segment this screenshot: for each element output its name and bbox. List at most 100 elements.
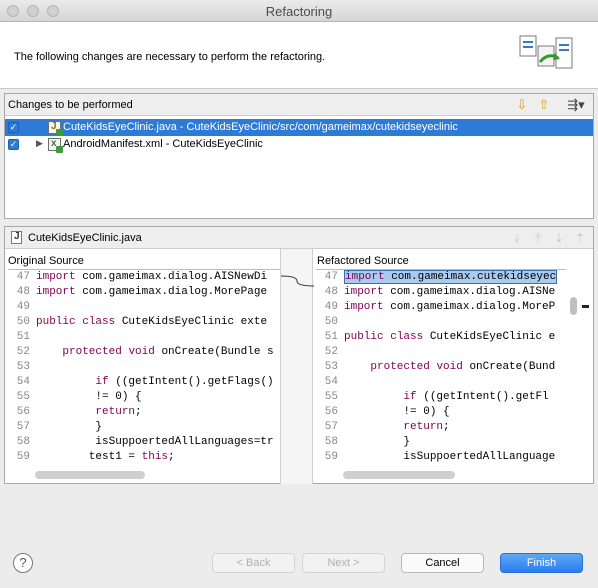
code-line: 54 — [316, 375, 566, 390]
refactored-vertical-scrollbar[interactable] — [570, 297, 577, 315]
change-checkbox[interactable]: ✓ — [8, 139, 19, 150]
line-number: 47 — [324, 271, 338, 283]
cancel-button[interactable]: Cancel — [401, 553, 484, 573]
line-number: 48 — [324, 286, 338, 298]
code-line: 49 import com.gameimax.dialog.MoreP — [316, 300, 566, 315]
original-source-pane[interactable]: 47 import com.gameimax.dialog.AISNewDi 48 i… — [8, 269, 280, 469]
change-item[interactable]: ✓ ▶ x AndroidManifest.xml - CuteKidsEyeC… — [5, 136, 593, 153]
line-number: 55 — [16, 391, 30, 403]
code-line: 47 import com.gameimax.cutekidseyec — [316, 270, 566, 285]
code-line: 56 != 0) { — [316, 405, 566, 420]
original-code: 47 import com.gameimax.dialog.AISNewDi 48 i… — [8, 270, 280, 465]
line-number: 50 — [16, 316, 30, 328]
line-number: 58 — [16, 436, 30, 448]
code-text: return; — [403, 421, 450, 433]
code-text: isSuppoertedAllLanguage — [344, 451, 556, 463]
code-line: 51 public class CuteKidsEyeClinic e — [316, 330, 566, 345]
xml-file-icon: x — [48, 138, 63, 153]
java-file-icon: J — [11, 231, 22, 244]
changes-panel: Changes to be performed ⇩ ⇧ ⇶▾ ✓ J CuteK… — [4, 93, 594, 219]
change-checkbox[interactable]: ✓ — [8, 122, 19, 133]
code-line: 56 return; — [8, 405, 280, 420]
code-line: 55 if ((getIntent().getFl — [316, 390, 566, 405]
java-file-icon: J — [48, 121, 63, 136]
code-text: protected void onCreate(Bund — [370, 361, 556, 373]
code-text: import com.gameimax.cutekidseyec — [344, 270, 558, 284]
change-item[interactable]: ✓ J CuteKidsEyeClinic.java - CuteKidsEye… — [5, 119, 593, 136]
refactored-horizontal-scrollbar[interactable] — [343, 471, 455, 479]
code-line: 49 — [8, 300, 280, 315]
line-number: 53 — [324, 361, 338, 373]
original-horizontal-scrollbar[interactable] — [35, 471, 145, 479]
code-text: return; — [95, 406, 142, 418]
line-number: 56 — [324, 406, 338, 418]
code-text: if ((getIntent().getFlags() — [95, 376, 274, 388]
code-line: 50 — [316, 315, 566, 330]
code-line: 53 protected void onCreate(Bund — [316, 360, 566, 375]
next-difference-icon[interactable]: ⤓ — [510, 231, 524, 245]
arrow-down-icon[interactable]: ⇩ — [514, 97, 530, 113]
code-line: 58 isSuppoertedAllLanguages=tr — [8, 435, 280, 450]
code-line: 48 import com.gameimax.dialog.AISNe — [316, 285, 566, 300]
code-line: 55 != 0) { — [8, 390, 280, 405]
refactored-source-pane[interactable]: 47 import com.gameimax.cutekidseyec 48 impo… — [316, 269, 566, 469]
line-number: 58 — [324, 436, 338, 448]
line-number: 49 — [324, 301, 338, 313]
code-line: 53 — [8, 360, 280, 375]
line-number: 59 — [324, 451, 338, 463]
code-text: protected void onCreate(Bundle s — [62, 346, 274, 358]
arrow-up-icon[interactable]: ⇧ — [536, 97, 552, 113]
compare-filename: CuteKidsEyeClinic.java — [28, 232, 142, 244]
code-text: } — [344, 436, 411, 448]
header-message: The following changes are necessary to p… — [14, 51, 326, 63]
window-titlebar: Refactoring — [0, 0, 598, 22]
compare-header: J CuteKidsEyeClinic.java ⤓ ⤒ ⇣ ⇡ — [5, 227, 593, 249]
code-text: import com.gameimax.dialog.AISNe — [344, 286, 556, 298]
previous-change-icon[interactable]: ⇡ — [573, 231, 587, 245]
code-text: } — [36, 421, 103, 433]
line-number: 53 — [16, 361, 30, 373]
next-button[interactable]: Next > — [302, 553, 385, 573]
previous-difference-icon[interactable]: ⤒ — [531, 231, 545, 245]
code-text: isSuppoertedAllLanguages=tr — [36, 436, 274, 448]
code-text: if ((getIntent().getFl — [403, 391, 549, 403]
code-line: 48 import com.gameimax.dialog.MorePage — [8, 285, 280, 300]
change-item-label: CuteKidsEyeClinic.java - CuteKidsEyeClin… — [63, 121, 458, 133]
code-line: 51 — [8, 330, 280, 345]
line-number: 54 — [16, 376, 30, 388]
wizard-header: The following changes are necessary to p… — [0, 22, 598, 89]
code-line: 54 if ((getIntent().getFlags() — [8, 375, 280, 390]
line-number: 57 — [16, 421, 30, 433]
overview-ruler-marker — [582, 305, 589, 308]
code-text: import com.gameimax.dialog.MorePage — [36, 286, 268, 298]
code-line: 57 return; — [316, 420, 566, 435]
line-number: 51 — [16, 331, 30, 343]
window-title: Refactoring — [265, 4, 333, 19]
line-number: 55 — [324, 391, 338, 403]
code-text: test1 = this; — [36, 451, 175, 463]
help-button[interactable]: ? — [13, 553, 33, 573]
line-number: 57 — [324, 421, 338, 433]
original-source-title: Original Source — [8, 255, 84, 267]
code-line: 50 public class CuteKidsEyeClinic exte — [8, 315, 280, 330]
code-line: 47 import com.gameimax.dialog.AISNewDi — [8, 270, 280, 285]
refactored-source-title: Refactored Source — [317, 255, 409, 267]
expand-triangle-icon[interactable]: ▶ — [36, 138, 43, 149]
line-number: 52 — [324, 346, 338, 358]
code-line: 52 protected void onCreate(Bundle s — [8, 345, 280, 360]
changes-heading: Changes to be performed — [8, 99, 133, 111]
change-item-label: AndroidManifest.xml - CuteKidsEyeClinic — [63, 138, 263, 150]
code-line: 58 } — [316, 435, 566, 450]
code-text: import com.gameimax.dialog.MoreP — [344, 301, 556, 313]
line-number: 56 — [16, 406, 30, 418]
line-number: 59 — [16, 451, 30, 463]
filter-menu-icon[interactable]: ⇶▾ — [563, 97, 589, 113]
line-number: 52 — [16, 346, 30, 358]
next-change-icon[interactable]: ⇣ — [552, 231, 566, 245]
code-text: import com.gameimax.dialog.AISNewDi — [36, 271, 268, 283]
code-line: 52 — [316, 345, 566, 360]
finish-button[interactable]: Finish — [500, 553, 583, 573]
back-button[interactable]: < Back — [212, 553, 295, 573]
diff-connector — [280, 249, 314, 484]
refactoring-banner-icon — [519, 35, 573, 69]
